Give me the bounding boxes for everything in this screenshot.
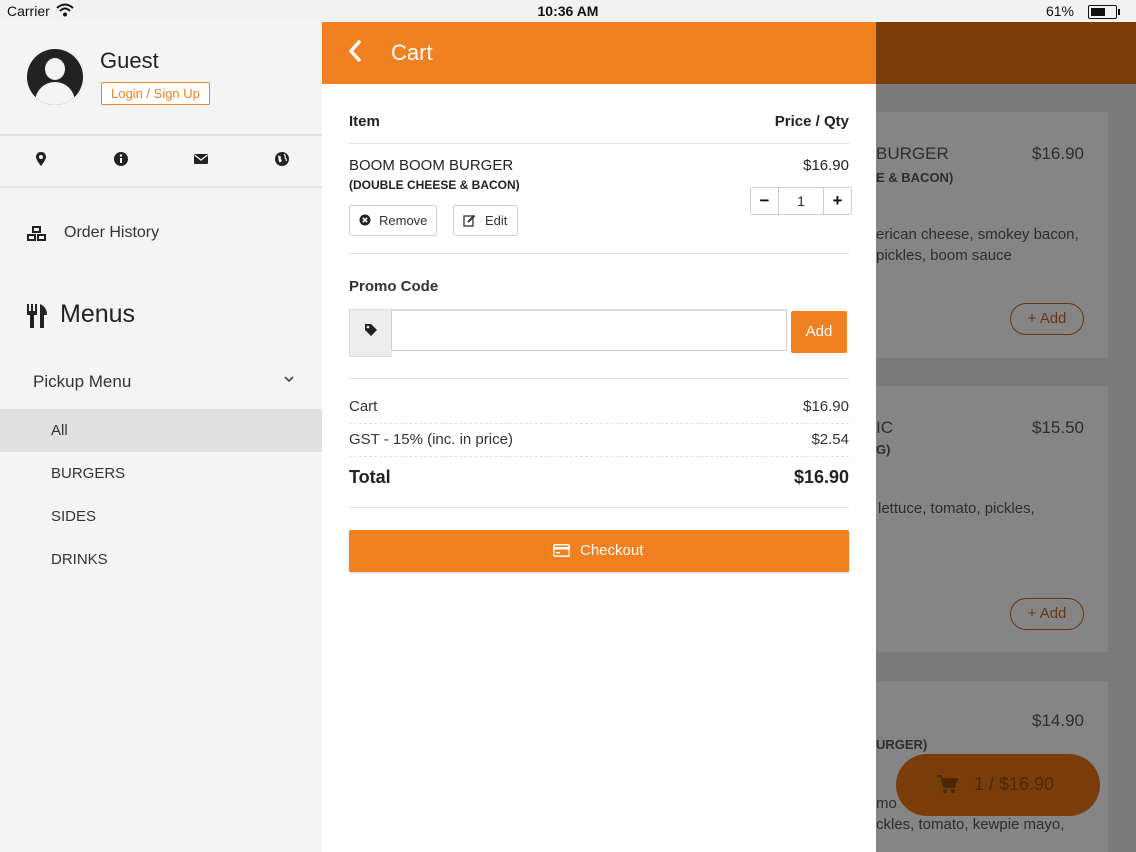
category-burgers[interactable]: BURGERS	[0, 452, 322, 495]
menu-card-subtitle: URGER)	[876, 737, 928, 752]
quantity-value[interactable]: 1	[779, 193, 823, 209]
summary-total-row: Total $16.90	[349, 467, 849, 488]
menu-card-desc: lettuce, tomato, pickles,	[878, 500, 1035, 517]
quick-links	[0, 134, 322, 188]
checkout-label: Checkout	[580, 542, 644, 559]
menu-card-desc: mo	[876, 795, 897, 812]
menu-card: BURGER $16.90 E & BACON) erican cheese, …	[876, 112, 1108, 358]
category-sides[interactable]: SIDES	[0, 495, 322, 538]
menu-card-add-button[interactable]: + Add	[1010, 303, 1084, 335]
profile-section: Guest Login / Sign Up	[0, 22, 322, 134]
cart-fab-button[interactable]: 1 / $16.90	[896, 754, 1100, 816]
category-label: BURGERS	[51, 465, 126, 482]
background-header	[876, 22, 1136, 84]
category-label: DRINKS	[51, 551, 108, 568]
divider	[349, 456, 849, 457]
battery-percent: 61%	[1045, 3, 1074, 19]
order-history-label: Order History	[64, 224, 160, 241]
cart-header: Cart	[322, 22, 876, 84]
pickup-menu-label: Pickup Menu	[33, 372, 132, 391]
divider	[349, 507, 849, 508]
quantity-stepper: − 1 +	[750, 187, 852, 215]
divider	[349, 423, 849, 424]
column-header-price-qty: Price / Qty	[774, 113, 849, 130]
divider	[349, 378, 849, 379]
item-modifier: (DOUBLE CHEESE & BACON)	[349, 178, 520, 192]
cutlery-icon	[27, 304, 47, 328]
login-signup-button[interactable]: Login / Sign Up	[101, 82, 210, 105]
cart-title: Cart	[391, 40, 433, 65]
menus-heading-label: Menus	[60, 300, 136, 328]
summary-gst-label: GST - 15% (inc. in price)	[349, 431, 513, 448]
category-all[interactable]: All	[0, 409, 322, 452]
credit-card-icon	[553, 544, 570, 557]
summary-cart-label: Cart	[349, 398, 378, 415]
divider	[349, 143, 849, 144]
menu-card-title: BURGER	[876, 144, 949, 163]
summary-cart-row: Cart $16.90	[349, 398, 849, 415]
avatar	[27, 49, 83, 105]
menu-card-subtitle: G)	[876, 442, 891, 457]
remove-label: Remove	[379, 213, 428, 228]
menu-card-price: $15.50	[1032, 418, 1084, 437]
location-icon[interactable]	[33, 151, 49, 167]
sidebar: Guest Login / Sign Up Order History Menu…	[0, 22, 323, 852]
decrease-qty-button[interactable]: −	[751, 188, 779, 214]
menu-card-title: IC	[876, 418, 893, 437]
add-label: Add	[1039, 310, 1067, 327]
increase-qty-button[interactable]: +	[823, 188, 851, 214]
background-menu: BURGER $16.90 E & BACON) erican cheese, …	[876, 22, 1136, 852]
category-label: SIDES	[51, 508, 97, 525]
remove-button[interactable]: Remove	[349, 205, 437, 236]
menu-card-price: $14.90	[1032, 711, 1084, 730]
user-name: Guest	[100, 48, 159, 73]
promo-tag-addon	[349, 309, 392, 357]
add-label: Add	[1039, 605, 1067, 622]
globe-icon[interactable]	[274, 151, 290, 167]
info-icon[interactable]	[113, 151, 129, 167]
chevron-down-icon	[284, 376, 294, 383]
cart-fab-label: 1 / $16.90	[974, 774, 1055, 794]
summary-gst-row: GST - 15% (inc. in price) $2.54	[349, 431, 849, 448]
menus-heading: Menus	[0, 294, 322, 338]
summary-total-value: $16.90	[793, 467, 849, 487]
summary-cart-value: $16.90	[803, 398, 849, 415]
edit-button[interactable]: Edit	[453, 205, 518, 236]
menu-card-desc: ckles, tomato, kewpie mayo,	[876, 816, 1065, 833]
menu-card-desc: pickles, boom sauce	[876, 247, 1012, 264]
status-bar: Carrier 10:36 AM 61%	[0, 0, 1136, 22]
category-label: All	[51, 422, 68, 439]
menu-card-desc: erican cheese, smokey bacon,	[876, 226, 1079, 243]
menu-card: IC $15.50 G) lettuce, tomato, pickles, +…	[876, 386, 1108, 652]
cubes-icon	[27, 226, 46, 241]
battery-icon	[1088, 5, 1120, 19]
checkout-button[interactable]: Checkout	[349, 530, 849, 572]
cart-icon	[937, 775, 958, 793]
column-header-item: Item	[349, 113, 380, 130]
order-history-item[interactable]: Order History	[0, 217, 322, 253]
divider	[349, 253, 849, 254]
back-arrow-icon[interactable]	[348, 39, 362, 63]
menu-card-subtitle: E & BACON)	[876, 170, 954, 185]
menu-card-add-button[interactable]: + Add	[1010, 598, 1084, 630]
mail-icon[interactable]	[193, 151, 209, 167]
promo-code-label: Promo Code	[349, 278, 439, 295]
remove-circle-icon	[359, 214, 371, 226]
tag-icon	[365, 324, 377, 336]
item-name: BOOM BOOM BURGER	[349, 157, 514, 174]
pickup-menu-dropdown[interactable]: Pickup Menu	[0, 364, 322, 400]
summary-gst-value: $2.54	[811, 431, 849, 448]
promo-add-button[interactable]: Add	[791, 311, 847, 353]
cart-panel: Cart Item Price / Qty BOOM BOOM BURGER (…	[322, 22, 876, 852]
category-drinks[interactable]: DRINKS	[0, 538, 322, 581]
promo-code-input[interactable]	[391, 309, 787, 351]
menu-card-price: $16.90	[1032, 144, 1084, 163]
edit-icon	[463, 214, 476, 227]
summary-total-label: Total	[349, 467, 391, 487]
clock: 10:36 AM	[537, 3, 599, 19]
edit-label: Edit	[485, 213, 508, 228]
item-price: $16.90	[803, 157, 849, 174]
